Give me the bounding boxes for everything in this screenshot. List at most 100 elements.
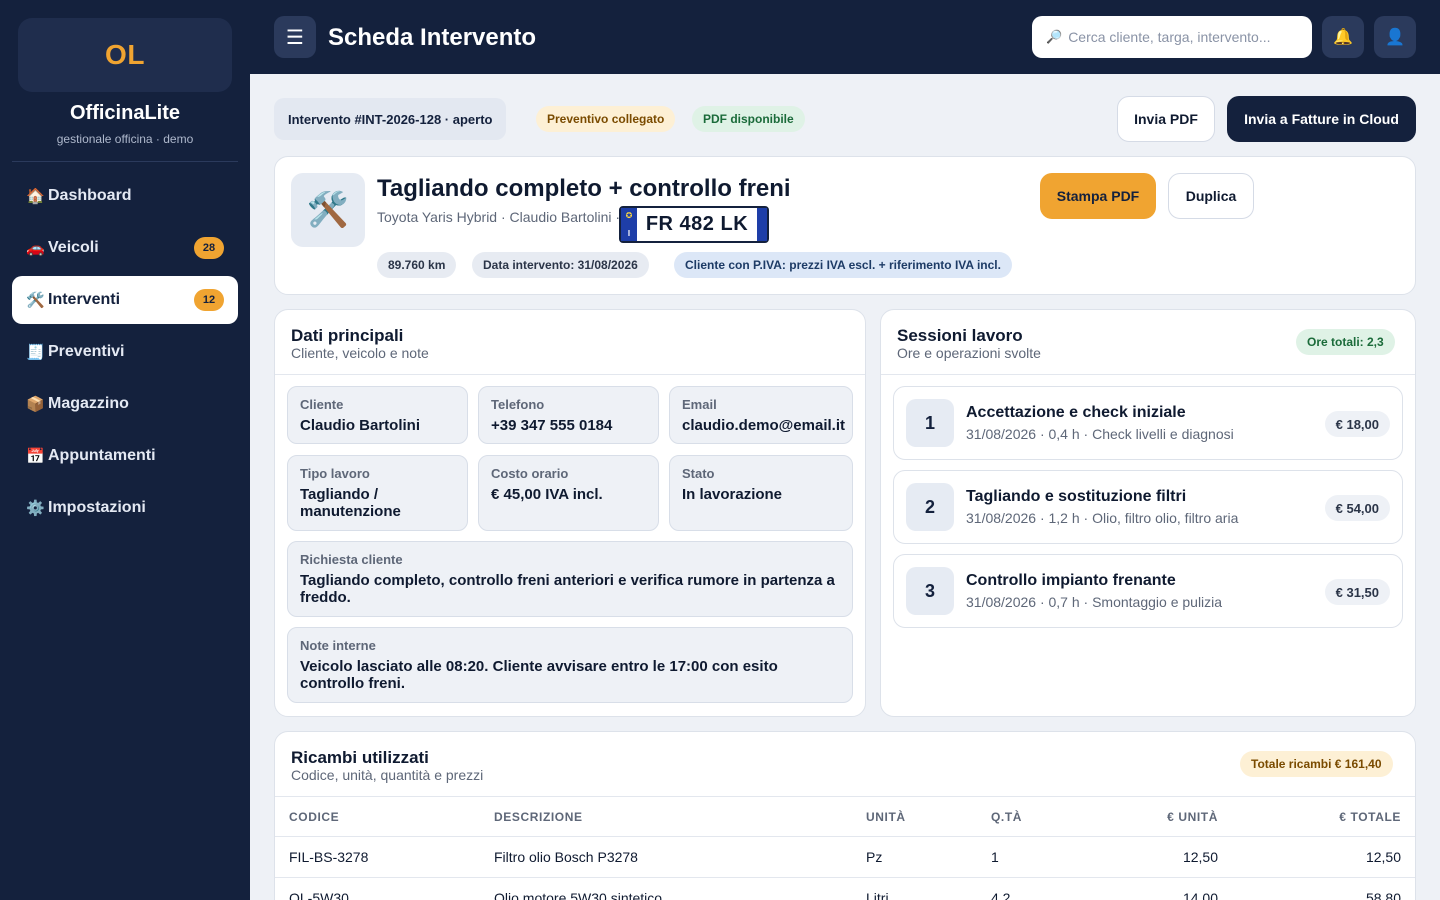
ricambi-table: CODICE DESCRIZIONE UNITÀ Q.TÀ € UNITÀ € … <box>275 798 1415 900</box>
table-row[interactable]: OL-5W30 Olio motore 5W30 sintetico Litri… <box>275 877 1415 900</box>
cell-unita: Litri <box>852 877 977 900</box>
count-badge: 28 <box>194 237 224 259</box>
send-pdf-button[interactable]: Invia PDF <box>1117 96 1215 142</box>
ricambi-card: Ricambi utilizzati Codice, unità, quanti… <box>274 731 1416 900</box>
sidebar-divider <box>12 161 238 162</box>
field-value: € 45,00 IVA incl. <box>491 486 603 503</box>
tipo-lavoro-field[interactable]: Tipo lavoro Tagliando / manutenzione <box>287 455 468 531</box>
field-label: Email <box>682 397 717 412</box>
table-row[interactable]: FIL-BS-3278 Filtro olio Bosch P3278 Pz 1… <box>275 836 1415 878</box>
session-item[interactable]: 1 Accettazione e check iniziale 31/08/20… <box>893 386 1403 460</box>
session-title: Accettazione e check iniziale <box>966 404 1186 421</box>
table-header-row: CODICE DESCRIZIONE UNITÀ Q.TÀ € UNITÀ € … <box>275 798 1415 837</box>
session-item[interactable]: 2 Tagliando e sostituzione filtri 31/08/… <box>893 470 1403 544</box>
sidebar-item-label: Appuntamenti <box>48 447 156 464</box>
stato-field[interactable]: Stato In lavorazione <box>669 455 853 531</box>
bell-icon: 🔔 <box>1333 29 1353 46</box>
field-label: Richiesta cliente <box>300 552 403 567</box>
print-pdf-button[interactable]: Stampa PDF <box>1040 173 1156 219</box>
intervento-id-chip: Intervento #INT-2026-128 · aperto <box>274 98 507 140</box>
field-label: Telefono <box>491 397 545 412</box>
card-subtitle: Ore e operazioni svolte <box>897 345 1041 361</box>
field-label: Cliente <box>300 397 344 412</box>
column-header[interactable]: Q.TÀ <box>977 798 1087 837</box>
field-label: Costo orario <box>491 466 569 481</box>
sidebar-item-label: Veicoli <box>48 239 99 256</box>
sidebar-item-preventivi[interactable]: 🧾 Preventivi <box>12 328 238 376</box>
intervento-summary-card: 🛠️ Tagliando completo + controllo freni … <box>274 156 1416 295</box>
costo-orario-field[interactable]: Costo orario € 45,00 IVA incl. <box>478 455 659 531</box>
calendar-icon: 📅 <box>26 448 45 465</box>
sidebar-item-magazzino[interactable]: 📦 Magazzino <box>12 380 238 428</box>
intervento-title: Tagliando completo + controllo freni <box>377 175 791 202</box>
topbar: ☰ Scheda Intervento 🔎 🔔 👤 <box>250 0 1440 74</box>
sidebar: OL OfficinaLite gestionale officina · de… <box>0 0 250 900</box>
cell-prezzo-unita: 14,00 <box>1087 877 1232 900</box>
card-subtitle: Codice, unità, quantità e prezzi <box>291 767 484 783</box>
cell-totale: 12,50 <box>1232 836 1415 878</box>
brand-subtitle: gestionale officina · demo <box>56 132 194 146</box>
session-detail: 31/08/2026 · 1,2 h · Olio, filtro olio, … <box>966 510 1239 526</box>
sidebar-item-label: Impostazioni <box>48 499 146 516</box>
km-badge: 89.760 km <box>377 252 457 278</box>
session-detail: 31/08/2026 · 0,7 h · Smontaggio e pulizi… <box>966 594 1223 610</box>
field-value: In lavorazione <box>682 486 783 503</box>
vehicle-client-info: Toyota Yaris Hybrid · Claudio Bartolini … <box>377 209 621 225</box>
field-value: claudio.demo@email.it <box>682 417 845 434</box>
session-price: € 18,00 <box>1324 411 1390 437</box>
column-header[interactable]: € UNITÀ <box>1087 798 1232 837</box>
field-value: Claudio Bartolini <box>300 417 420 434</box>
field-label: Tipo lavoro <box>300 466 370 481</box>
preventivo-badge: Preventivo collegato <box>536 106 676 132</box>
column-header[interactable]: € TOTALE <box>1232 798 1415 837</box>
user-button[interactable]: 👤 <box>1374 16 1416 58</box>
column-header[interactable]: UNITÀ <box>852 798 977 837</box>
page-title: Scheda Intervento <box>328 24 537 51</box>
send-fatture-button[interactable]: Invia a Fatture in Cloud <box>1227 96 1416 142</box>
search-box[interactable]: 🔎 <box>1032 16 1312 58</box>
count-badge: 12 <box>194 289 224 311</box>
sidebar-item-dashboard[interactable]: 🏠 Dashboard <box>12 172 238 220</box>
gear-icon: ⚙️ <box>26 500 45 517</box>
sidebar-item-interventi[interactable]: 🛠️ Interventi 12 <box>12 276 238 324</box>
totale-ricambi-badge: Totale ricambi € 161,40 <box>1240 751 1393 777</box>
plate-number: FR 482 LK <box>645 213 749 235</box>
menu-button[interactable]: ☰ <box>274 16 316 58</box>
session-price: € 54,00 <box>1324 495 1390 521</box>
duplicate-button[interactable]: Duplica <box>1168 173 1254 219</box>
notifications-button[interactable]: 🔔 <box>1322 16 1364 58</box>
brand-name: OfficinaLite <box>69 102 180 124</box>
column-header[interactable]: CODICE <box>275 798 480 837</box>
plate-country: I <box>627 229 631 238</box>
telefono-field[interactable]: Telefono +39 347 555 0184 <box>478 386 659 444</box>
session-detail: 31/08/2026 · 0,4 h · Check livelli e dia… <box>966 426 1234 442</box>
date-badge: Data intervento: 31/08/2026 <box>472 252 649 278</box>
logo[interactable]: OL <box>18 18 232 92</box>
sidebar-item-veicoli[interactable]: 🚗 Veicoli 28 <box>12 224 238 272</box>
sessioni-lavoro-card: Sessioni lavoro Ore e operazioni svolte … <box>880 309 1416 717</box>
cell-unita: Pz <box>852 836 977 878</box>
field-value: Veicolo lasciato alle 08:20. Cliente avv… <box>300 658 778 692</box>
card-title: Ricambi utilizzati <box>291 748 429 767</box>
search-icon: 🔎 <box>1046 29 1063 44</box>
note-interne-field[interactable]: Note interne Veicolo lasciato alle 08:20… <box>287 627 853 703</box>
field-value: +39 347 555 0184 <box>491 417 613 434</box>
eu-flag-icon: ✪ I <box>621 208 637 241</box>
sidebar-item-label: Dashboard <box>48 187 132 204</box>
sidebar-item-appuntamenti[interactable]: 📅 Appuntamenti <box>12 432 238 480</box>
session-title: Controllo impianto frenante <box>966 572 1176 589</box>
field-label: Stato <box>682 466 715 481</box>
cliente-field[interactable]: Cliente Claudio Bartolini <box>287 386 468 444</box>
sidebar-item-impostazioni[interactable]: ⚙️ Impostazioni <box>12 484 238 532</box>
email-field[interactable]: Email claudio.demo@email.it <box>669 386 853 444</box>
sidebar-nav: 🏠 Dashboard 🚗 Veicoli 28 🛠️ Interventi 1… <box>12 172 238 536</box>
session-title: Tagliando e sostituzione filtri <box>966 488 1187 505</box>
column-header[interactable]: DESCRIZIONE <box>480 798 852 837</box>
search-input[interactable] <box>1068 29 1298 45</box>
sidebar-item-label: Magazzino <box>48 395 129 412</box>
richiesta-cliente-field[interactable]: Richiesta cliente Tagliando completo, co… <box>287 541 853 617</box>
cell-quantita: 1 <box>977 836 1087 878</box>
tools-icon: 🛠️ <box>291 173 365 247</box>
session-number: 1 <box>906 399 954 447</box>
session-item[interactable]: 3 Controllo impianto frenante 31/08/2026… <box>893 554 1403 628</box>
